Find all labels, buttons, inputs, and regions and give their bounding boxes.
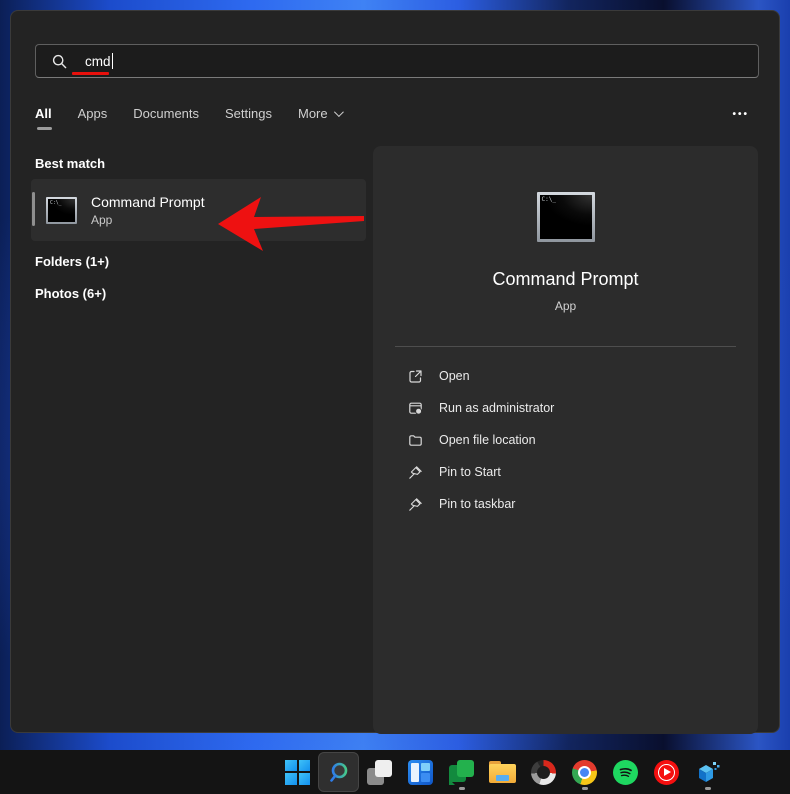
open-icon [408, 369, 423, 384]
tab-settings-label: Settings [225, 106, 272, 121]
chrome-button[interactable] [564, 752, 605, 792]
spotify-icon [613, 760, 638, 785]
dev-home-icon [695, 759, 721, 785]
taskbar [0, 750, 790, 794]
dev-home-button[interactable] [687, 752, 728, 792]
file-explorer-icon [489, 761, 516, 783]
action-pin-to-start-label: Pin to Start [439, 465, 501, 479]
chrome-icon [572, 760, 597, 785]
chat-icon [449, 760, 474, 785]
tab-documents-label: Documents [133, 106, 199, 121]
widgets-button[interactable] [400, 752, 441, 792]
preview-title: Command Prompt [492, 269, 638, 290]
pin-icon [408, 465, 423, 480]
search-button[interactable] [318, 752, 359, 792]
command-prompt-icon-large: C:\_ [537, 192, 595, 242]
annotation-red-arrow [209, 193, 369, 257]
widgets-icon [408, 760, 433, 785]
tab-all-label: All [35, 106, 52, 121]
result-subtitle: App [91, 213, 205, 227]
action-pin-to-taskbar[interactable]: Pin to taskbar [373, 488, 758, 520]
search-flyout-panel: cmd All Apps Documents Settings More •••… [10, 10, 780, 733]
section-photos[interactable]: Photos (6+) [35, 286, 106, 301]
best-match-header: Best match [35, 156, 105, 171]
youtube-music-icon [654, 760, 679, 785]
more-options-button[interactable]: ••• [732, 109, 749, 120]
pin-icon [408, 497, 423, 512]
action-run-as-administrator[interactable]: Run as administrator [373, 392, 758, 424]
file-explorer-button[interactable] [482, 752, 523, 792]
running-indicator [459, 787, 465, 790]
search-filter-tabs: All Apps Documents Settings More [35, 106, 341, 130]
tab-apps[interactable]: Apps [78, 106, 108, 130]
tab-more-label: More [298, 106, 328, 121]
task-view-icon [367, 760, 392, 785]
action-open[interactable]: Open [373, 360, 758, 392]
chat-button[interactable] [441, 752, 482, 792]
action-open-label: Open [439, 369, 470, 383]
action-pin-to-taskbar-label: Pin to taskbar [439, 497, 515, 511]
search-input[interactable]: cmd [35, 44, 759, 78]
chevron-down-icon [334, 107, 344, 117]
scrollbar-thumb[interactable] [32, 192, 35, 226]
search-icon [51, 53, 68, 70]
start-button[interactable] [277, 752, 318, 792]
search-query-text: cmd [85, 54, 111, 69]
running-indicator [582, 787, 588, 790]
command-prompt-icon-text: C:\_ [50, 200, 62, 206]
action-list: Open Run as administrator Open file loca… [373, 360, 758, 520]
action-run-as-administrator-label: Run as administrator [439, 401, 554, 415]
action-open-file-location-label: Open file location [439, 433, 536, 447]
windows-logo-icon [285, 760, 310, 785]
taskbar-items [277, 752, 728, 792]
tab-more[interactable]: More [298, 106, 341, 130]
action-pin-to-start[interactable]: Pin to Start [373, 456, 758, 488]
command-prompt-icon-text: C:\_ [542, 196, 556, 203]
result-title: Command Prompt [91, 194, 205, 210]
preview-subtitle: App [555, 299, 576, 313]
tab-selected-indicator [37, 127, 52, 130]
tab-settings[interactable]: Settings [225, 106, 272, 130]
action-open-file-location[interactable]: Open file location [373, 424, 758, 456]
ring-app-icon [531, 760, 556, 785]
search-icon [326, 760, 351, 785]
tab-all[interactable]: All [35, 106, 52, 130]
divider [395, 346, 736, 347]
annotation-red-underline [72, 72, 109, 75]
youtube-music-button[interactable] [646, 752, 687, 792]
tab-apps-label: Apps [78, 106, 108, 121]
tab-documents[interactable]: Documents [133, 106, 199, 130]
command-prompt-icon: C:\_ [46, 197, 77, 224]
section-folders[interactable]: Folders (1+) [35, 254, 109, 269]
ring-app-button[interactable] [523, 752, 564, 792]
text-caret [112, 53, 113, 69]
open-file-location-icon [408, 433, 423, 448]
spotify-button[interactable] [605, 752, 646, 792]
task-view-button[interactable] [359, 752, 400, 792]
running-indicator [705, 787, 711, 790]
run-as-admin-icon [408, 401, 423, 416]
preview-pane: C:\_ Command Prompt App Open Run as admi… [373, 146, 758, 734]
